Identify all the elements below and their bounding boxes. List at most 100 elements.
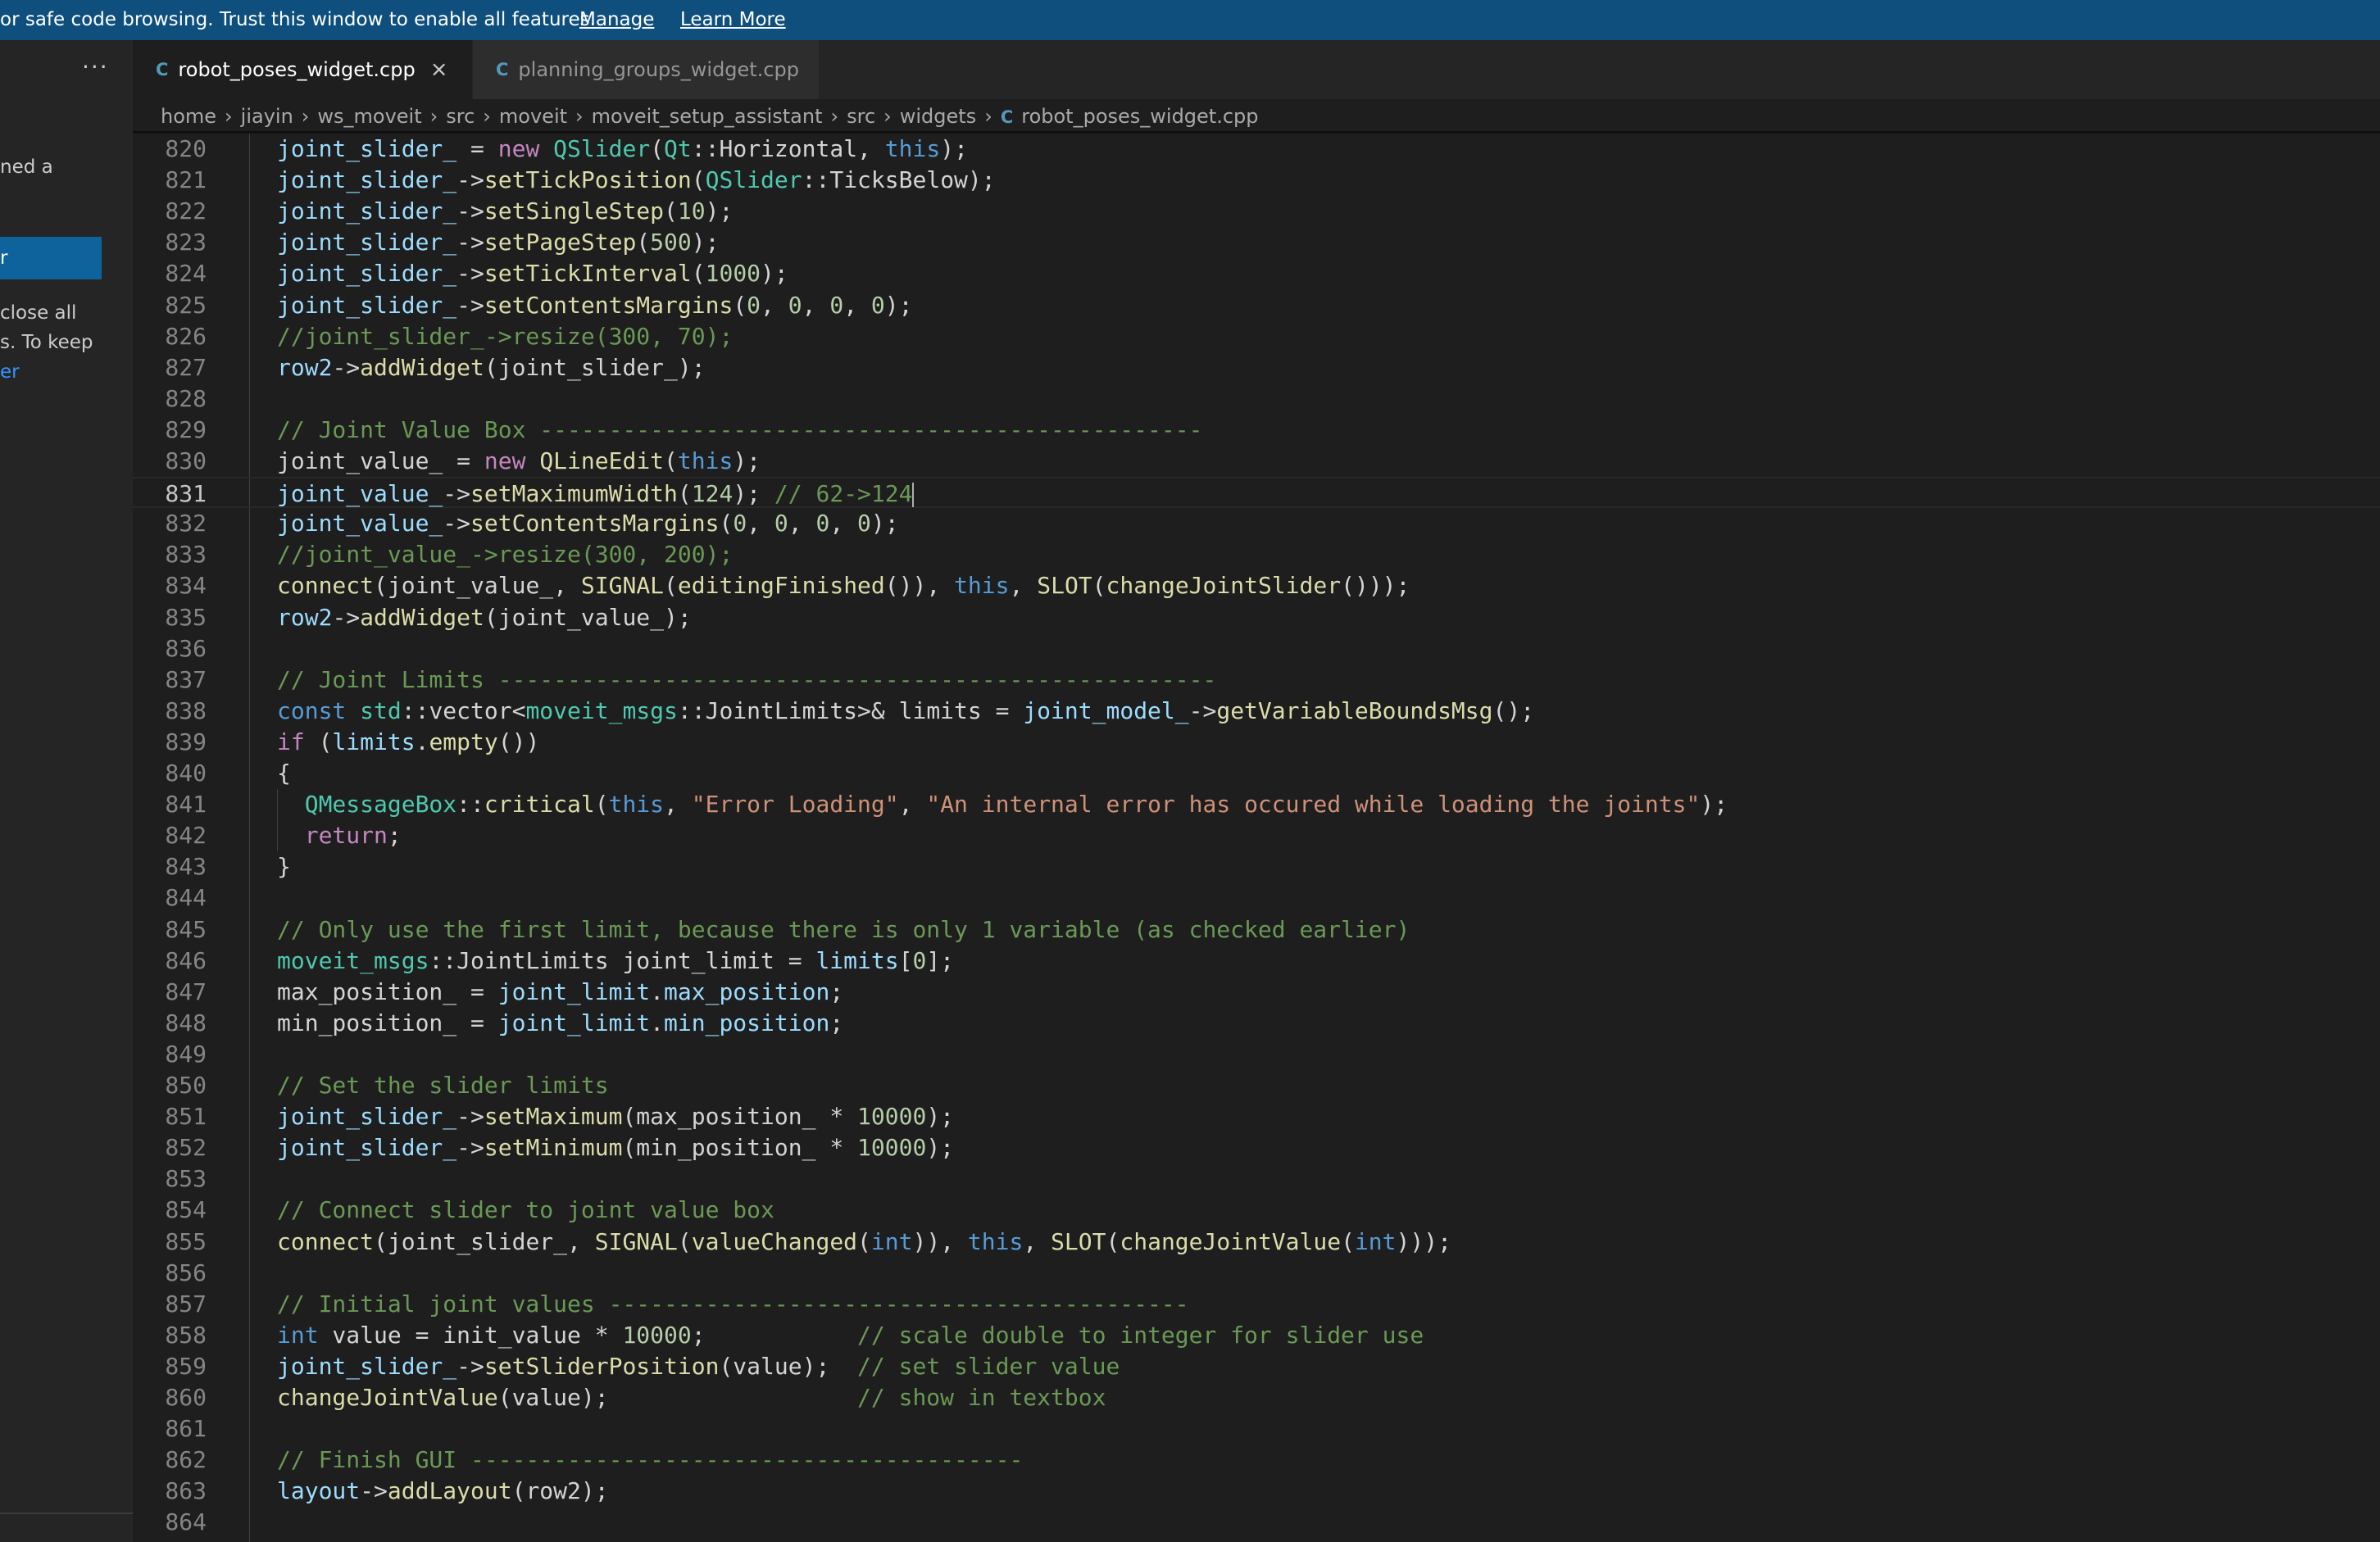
breadcrumb-item[interactable]: widgets: [900, 105, 976, 128]
breadcrumb-item[interactable]: moveit_setup_assistant: [592, 105, 823, 128]
sidebar-text-fragment: close all: [0, 302, 77, 324]
code-line[interactable]: 853: [133, 1163, 2380, 1195]
code-line[interactable]: 845 // Only use the first limit, because …: [133, 914, 2380, 946]
text-cursor: [912, 483, 915, 508]
code-line[interactable]: 838 const std::vector<moveit_msgs::JointL…: [133, 696, 2380, 727]
line-number: 832: [165, 510, 207, 537]
code-line[interactable]: 852 joint_slider_->setMinimum(min_positio…: [133, 1132, 2380, 1163]
code-token: joint_value_: [277, 480, 443, 508]
code-text: }: [277, 851, 291, 882]
code-line[interactable]: 839 if (limits.empty()): [133, 727, 2380, 758]
breadcrumb-item[interactable]: src: [847, 105, 875, 128]
breadcrumb-item[interactable]: jiayin: [241, 105, 293, 128]
code-line[interactable]: 850 // Set the slider limits: [133, 1070, 2380, 1101]
code-line[interactable]: 827 row2->addWidget(joint_slider_);: [133, 352, 2380, 383]
code-line[interactable]: 860 changeJointValue(value); // show in t…: [133, 1382, 2380, 1413]
breadcrumb-item[interactable]: robot_poses_widget.cpp: [1021, 105, 1258, 128]
line-number: 836: [165, 634, 207, 662]
sidebar-primary-button[interactable]: r: [0, 237, 102, 279]
code-line[interactable]: 832 joint_value_->setContentsMargins(0, 0…: [133, 508, 2380, 539]
code-token: this: [677, 447, 734, 474]
code-text: joint_slider_->setSliderPosition(value);…: [277, 1351, 1120, 1382]
manage-link[interactable]: Manage: [579, 0, 654, 40]
code-token: setTickInterval: [484, 260, 692, 288]
line-number: 847: [165, 977, 207, 1005]
code-token: // Finish GUI --------------------------…: [277, 1446, 1024, 1474]
banner-message: or safe code browsing. Trust this window…: [0, 9, 596, 30]
sidebar-link[interactable]: er: [0, 361, 20, 383]
code-text: joint_value_ = new QLineEdit(this);: [277, 446, 761, 477]
code-token: ];: [926, 946, 955, 974]
breadcrumb-item[interactable]: moveit: [499, 105, 567, 128]
code-line[interactable]: 858 int value = init_value * 10000; // sc…: [133, 1320, 2380, 1351]
code-line[interactable]: 844: [133, 882, 2380, 914]
code-line[interactable]: 847 max_position_ = joint_limit.max_posit…: [133, 977, 2380, 1008]
code-line[interactable]: 825 joint_slider_->setContentsMargins(0, …: [133, 290, 2380, 321]
breadcrumb-item[interactable]: home: [161, 105, 216, 128]
code-line[interactable]: 835 row2->addWidget(joint_value_);: [133, 602, 2380, 633]
code-token: ::vector<: [401, 696, 526, 724]
close-icon[interactable]: ×: [430, 57, 448, 82]
code-line[interactable]: 849: [133, 1039, 2380, 1070]
code-token: joint_limit: [497, 977, 651, 1005]
code-token: setMaximumWidth: [470, 480, 678, 508]
code-line[interactable]: 856: [133, 1258, 2380, 1289]
learn-more-link[interactable]: Learn More: [680, 0, 786, 40]
code-line[interactable]: 859 joint_slider_->setSliderPosition(valu…: [133, 1351, 2380, 1382]
code-text: joint_slider_->setTickInterval(1000);: [277, 258, 788, 289]
code-token: joint_slider_: [277, 1134, 457, 1162]
code-line[interactable]: 833 //joint_value_->resize(300, 200);: [133, 539, 2380, 570]
breadcrumb: home › jiayin › ws_moveit › src › moveit › moveit_…: [133, 99, 2380, 134]
code-line[interactable]: 846 moveit_msgs::JointLimits joint_limit …: [133, 946, 2380, 977]
code-line[interactable]: 821 joint_slider_->setTickPosition(QSlide…: [133, 165, 2380, 196]
code-editor[interactable]: 820 joint_slider_ = new QSlider(Qt::Horiz…: [133, 134, 2380, 1542]
code-token: ;: [691, 1321, 858, 1349]
code-token: (: [677, 1227, 692, 1255]
code-line[interactable]: 843}: [133, 851, 2380, 882]
code-line[interactable]: 829 // Joint Value Box ------------------…: [133, 415, 2380, 446]
code-line[interactable]: 831 joint_value_->setMaximumWidth(124); /…: [133, 477, 2380, 509]
code-token: 10: [677, 197, 706, 225]
code-line[interactable]: 864: [133, 1507, 2380, 1538]
code-token: changeJointSlider: [1106, 572, 1342, 600]
code-line[interactable]: 863 layout->addLayout(row2);: [133, 1476, 2380, 1507]
breadcrumb-item[interactable]: src: [446, 105, 475, 128]
code-token: 10000: [857, 1134, 927, 1162]
code-line[interactable]: 854 // Connect slider to joint value box: [133, 1195, 2380, 1226]
code-line[interactable]: 836: [133, 633, 2380, 664]
code-line[interactable]: 823 joint_slider_->setPageStep(500);: [133, 227, 2380, 258]
code-line[interactable]: 857 // Initial joint values -------------…: [133, 1289, 2380, 1320]
code-line[interactable]: 828: [133, 383, 2380, 415]
code-token: new: [497, 135, 540, 162]
code-text: int value = init_value * 10000; // scale…: [277, 1320, 1424, 1351]
chevron-right-icon: ›: [984, 105, 992, 128]
tab-robot-poses-widget[interactable]: C robot_poses_widget.cpp ×: [133, 40, 472, 99]
code-token: (: [1106, 1227, 1120, 1255]
code-line[interactable]: 822 joint_slider_->setSingleStep(10);: [133, 196, 2380, 227]
code-line[interactable]: 830 joint_value_ = new QLineEdit(this);: [133, 446, 2380, 477]
code-line[interactable]: 862 // Finish GUI -----------------------…: [133, 1444, 2380, 1476]
more-actions-icon[interactable]: ···: [82, 53, 109, 80]
code-line[interactable]: 826 //joint_slider_->resize(300, 70);: [133, 321, 2380, 352]
tab-label: robot_poses_widget.cpp: [178, 58, 416, 81]
code-line[interactable]: 861: [133, 1413, 2380, 1444]
code-line[interactable]: 855 connect(joint_slider_, SIGNAL(valueCh…: [133, 1227, 2380, 1258]
code-line[interactable]: 824 joint_slider_->setTickInterval(1000);: [133, 258, 2380, 289]
code-line[interactable]: 840 {: [133, 758, 2380, 789]
tab-planning-groups-widget[interactable]: C planning_groups_widget.cpp: [472, 40, 819, 99]
breadcrumb-item[interactable]: ws_moveit: [317, 105, 421, 128]
code-text: joint_slider_->setSingleStep(10);: [277, 196, 733, 227]
indent-guide: [277, 789, 278, 852]
code-token: ,: [1023, 1227, 1051, 1255]
code-token: ()): [497, 728, 540, 755]
code-line[interactable]: 841 QMessageBox::critical(this, "Error L…: [133, 789, 2380, 820]
code-token: SIGNAL: [594, 1227, 678, 1255]
code-line[interactable]: 834 connect(joint_value_, SIGNAL(editingF…: [133, 570, 2380, 601]
code-token: empty: [429, 728, 498, 755]
code-line[interactable]: 820 joint_slider_ = new QSlider(Qt::Horiz…: [133, 134, 2380, 165]
code-line[interactable]: 837 // Joint Limits ---------------------…: [133, 664, 2380, 696]
code-line[interactable]: 851 joint_slider_->setMaximum(max_positio…: [133, 1101, 2380, 1132]
code-line[interactable]: 842 return;: [133, 820, 2380, 851]
code-line[interactable]: 848 min_position_ = joint_limit.min_posit…: [133, 1008, 2380, 1039]
